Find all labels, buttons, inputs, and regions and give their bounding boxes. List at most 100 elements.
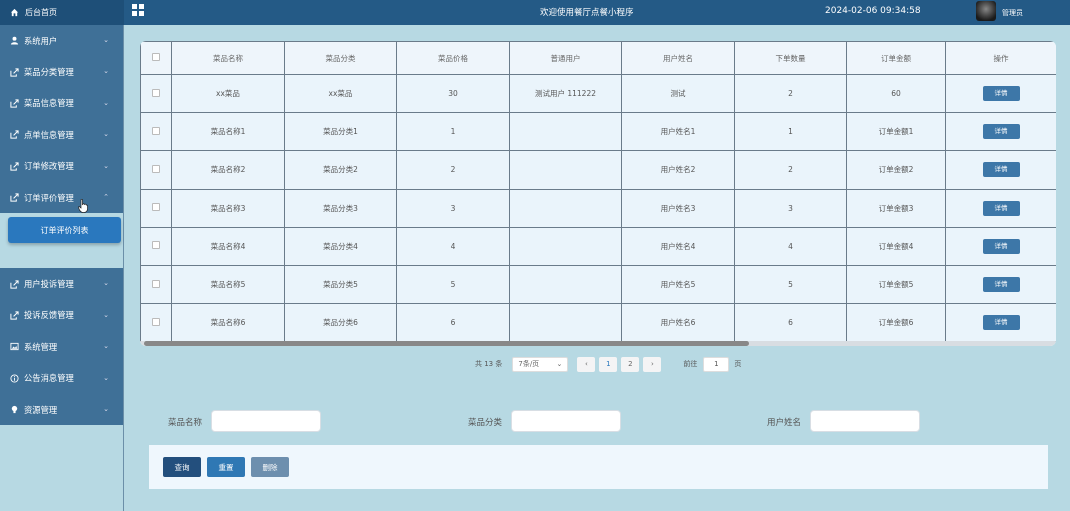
table-cell: 6 <box>734 303 847 343</box>
row-checkbox[interactable] <box>152 279 160 288</box>
table-row: 菜品名称4 菜品分类4 4 用户姓名4 4 订单金额4 详情 <box>140 226 1056 266</box>
page-size-value: 7条/页 <box>518 360 540 368</box>
sidebar-item-system-users[interactable]: 系统用户 ⌄ <box>0 25 123 56</box>
column-header: 订单金额 <box>846 41 946 75</box>
row-select-cell[interactable] <box>140 226 172 266</box>
detail-button[interactable]: 详情 <box>982 200 1020 216</box>
row-select-cell[interactable] <box>140 264 172 305</box>
row-select-cell[interactable] <box>140 112 172 152</box>
table-cell: 订单金额3 <box>846 188 946 228</box>
home-link[interactable]: 后台首页 <box>0 0 124 25</box>
page-size-select[interactable]: 7条/页 ⌄ <box>512 356 569 372</box>
row-checkbox[interactable] <box>152 203 160 212</box>
avatar[interactable] <box>976 1 996 21</box>
table-cell: 1 <box>734 112 847 152</box>
row-select-cell[interactable] <box>140 303 172 343</box>
chevron-down-icon: ⌄ <box>103 279 109 288</box>
page-button-1[interactable]: 1 <box>599 356 618 372</box>
table-row: 菜品名称2 菜品分类2 2 用户姓名2 2 订单金额2 详情 <box>140 150 1056 190</box>
chevron-down-icon: ⌄ <box>103 373 109 382</box>
reset-button[interactable]: 重置 <box>207 457 245 477</box>
row-select-cell[interactable] <box>140 73 172 114</box>
share-icon <box>10 67 19 77</box>
sidebar-item-label: 系统管理 <box>24 341 58 352</box>
row-select-cell[interactable] <box>140 188 172 228</box>
submenu-item-order-review-list[interactable]: 订单评价列表 <box>8 217 121 244</box>
chevron-down-icon: ⌄ <box>103 67 109 76</box>
pagination-total: 共 13 条 <box>475 360 503 368</box>
table-cell: xx菜品 <box>171 73 285 114</box>
search-label-user-name: 用户姓名 <box>767 418 802 428</box>
horizontal-scrollbar[interactable] <box>140 341 1056 346</box>
table-cell: 3 <box>734 188 847 228</box>
actions-cell: 详情 <box>945 188 1056 228</box>
chevron-down-icon: ⌄ <box>556 360 563 368</box>
delete-button[interactable]: 删除 <box>251 457 289 477</box>
detail-button[interactable]: 详情 <box>982 277 1020 293</box>
sidebar-item-label: 公告消息管理 <box>24 373 74 384</box>
sidebar-item-complaints[interactable]: 用户投诉管理 ⌄ <box>0 268 123 299</box>
sidebar-item-announcements[interactable]: 公告消息管理 ⌄ <box>0 363 123 394</box>
page-button-2[interactable]: 2 <box>621 356 640 372</box>
row-checkbox[interactable] <box>152 88 160 97</box>
table-cell: 菜品分类6 <box>284 303 397 343</box>
row-checkbox[interactable] <box>152 126 160 135</box>
sidebar-item-system-management[interactable]: 系统管理 ⌄ <box>0 331 123 362</box>
table-cell: xx菜品 <box>284 73 397 114</box>
table-cell: 4 <box>734 226 847 266</box>
table-cell: 订单金额2 <box>846 150 946 190</box>
detail-button[interactable]: 详情 <box>982 124 1020 140</box>
table-cell: 菜品分类3 <box>284 188 397 228</box>
data-table-card: 菜品名称 菜品分类 菜品价格 普通用户 用户姓名 下单数量 订单金额 操作 xx… <box>140 41 1056 346</box>
detail-button[interactable]: 详情 <box>982 315 1020 331</box>
share-icon <box>10 279 19 289</box>
sidebar-item-order-modify[interactable]: 订单修改管理 ⌄ <box>0 151 123 182</box>
sidebar-item-order-info[interactable]: 点单信息管理 ⌄ <box>0 119 123 150</box>
bulb-icon <box>11 405 18 414</box>
detail-button[interactable]: 详情 <box>982 162 1020 178</box>
select-all-checkbox[interactable] <box>152 53 160 61</box>
column-header: 用户姓名 <box>621 41 735 75</box>
sidebar-item-resources[interactable]: 资源管理 ⌄ <box>0 394 123 425</box>
search-label-dish-category: 菜品分类 <box>468 418 503 428</box>
datetime-display: 2024-02-06 09:34:58 <box>825 6 921 16</box>
sidebar-item-dish-info[interactable]: 菜品信息管理 ⌄ <box>0 88 123 119</box>
row-checkbox[interactable] <box>152 241 160 250</box>
column-header: 菜品分类 <box>284 41 397 75</box>
table-header-row: 菜品名称 菜品分类 菜品价格 普通用户 用户姓名 下单数量 订单金额 操作 <box>140 41 1056 75</box>
row-select-cell[interactable] <box>140 150 172 190</box>
user-name-input[interactable] <box>810 410 920 432</box>
detail-button[interactable]: 详情 <box>982 86 1020 102</box>
scrollbar-thumb[interactable] <box>144 341 749 346</box>
table-cell: 用户姓名5 <box>621 264 735 305</box>
sidebar-item-order-review[interactable]: 订单评价管理 ⌃ <box>0 182 123 213</box>
dish-category-input[interactable] <box>511 410 621 432</box>
username[interactable]: 管理员 <box>1002 8 1023 18</box>
table-cell <box>509 264 622 305</box>
share-icon <box>10 193 19 202</box>
row-checkbox[interactable] <box>152 164 160 173</box>
actions-cell: 详情 <box>945 112 1056 152</box>
table-row: 菜品名称6 菜品分类6 6 用户姓名6 6 订单金额6 详情 <box>140 303 1056 343</box>
table-cell: 菜品分类4 <box>284 226 397 266</box>
next-page-button[interactable]: › <box>643 356 662 372</box>
sidebar-item-dish-category[interactable]: 菜品分类管理 ⌄ <box>0 56 123 87</box>
prev-page-button[interactable]: ‹ <box>577 356 596 372</box>
table-cell: 菜品名称4 <box>171 226 285 266</box>
goto-page-input[interactable]: 1 <box>703 356 730 372</box>
table-cell: 测试用户 111222 <box>509 73 622 114</box>
query-button[interactable]: 查询 <box>163 457 201 477</box>
order-review-table: 菜品名称 菜品分类 菜品价格 普通用户 用户姓名 下单数量 订单金额 操作 xx… <box>140 41 1056 343</box>
table-cell: 3 <box>396 188 510 228</box>
share-icon <box>10 162 19 171</box>
sidebar-item-complaint-feedback[interactable]: 投诉反馈管理 ⌄ <box>0 300 123 331</box>
menu-toggle-icon[interactable] <box>132 4 144 16</box>
table-cell: 60 <box>846 73 946 114</box>
detail-button[interactable]: 详情 <box>982 238 1020 254</box>
sidebar-item-label: 菜品分类管理 <box>24 67 74 78</box>
sidebar: 系统用户 ⌄ 菜品分类管理 ⌄ 菜品信息管理 ⌄ 点单信息管理 ⌄ 订单修改管理… <box>0 25 124 511</box>
dish-name-input[interactable] <box>211 410 321 432</box>
row-checkbox[interactable] <box>152 317 160 326</box>
chevron-down-icon: ⌄ <box>103 404 109 413</box>
select-all-cell[interactable] <box>140 41 172 75</box>
